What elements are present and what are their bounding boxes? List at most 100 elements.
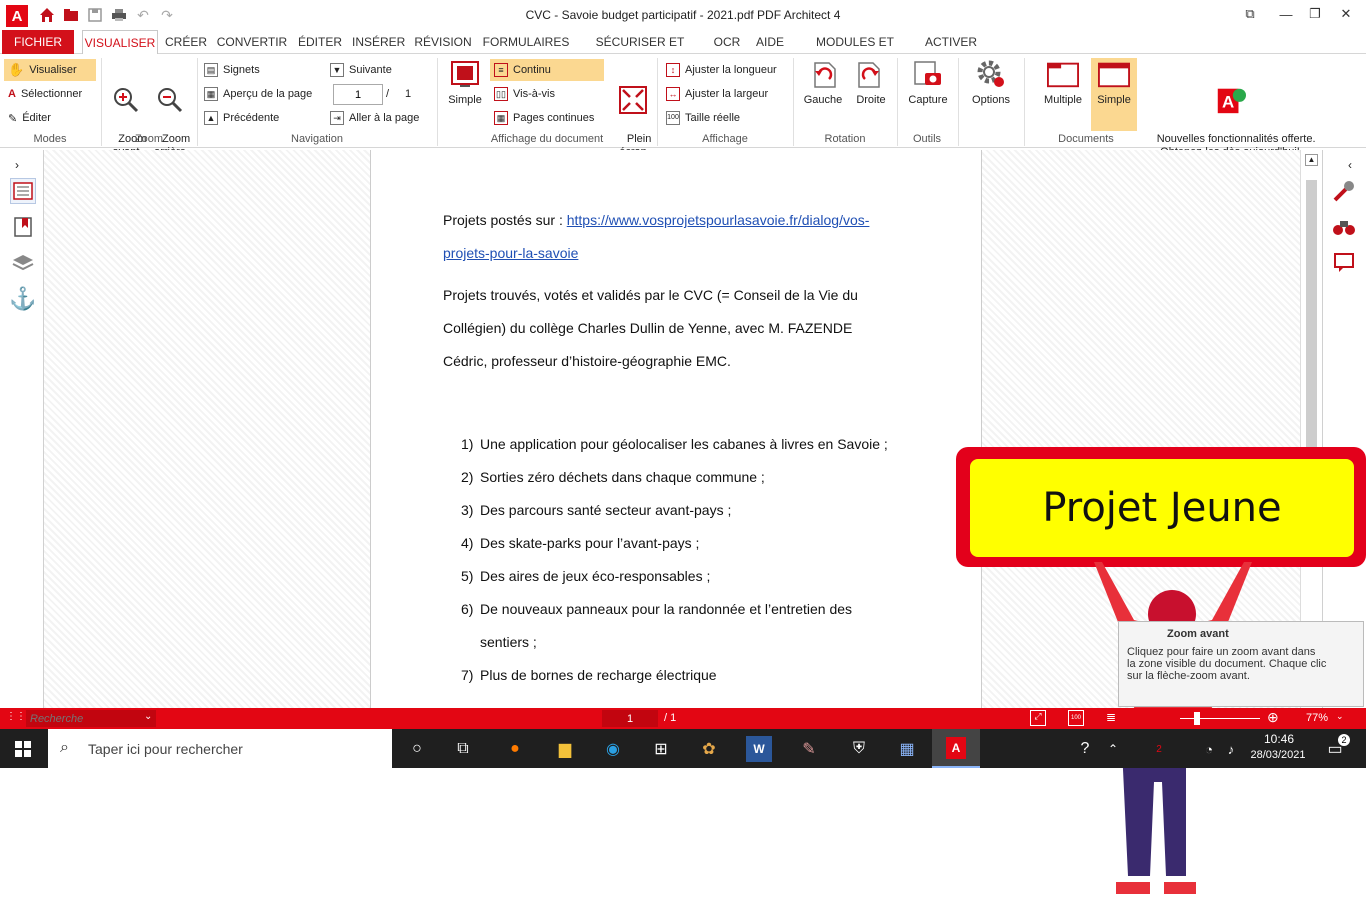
store-icon[interactable]: ⊞ xyxy=(648,736,674,762)
rotate-right-icon xyxy=(855,58,887,90)
collapse-panel-icon[interactable]: ‹ xyxy=(1337,152,1363,178)
menu-activer[interactable]: ACTIVER xyxy=(922,30,980,54)
documents-simple-button[interactable]: Simple xyxy=(1091,58,1137,131)
app-icon[interactable]: ✎ xyxy=(796,736,822,762)
close-button[interactable]: ✕ xyxy=(1332,4,1360,24)
signets-button[interactable]: ▤ Signets xyxy=(200,59,264,81)
cortana-icon[interactable]: ○ xyxy=(404,736,430,762)
taille-reelle-button[interactable]: 100 Taille réelle xyxy=(662,107,744,129)
menu-inserer[interactable]: INSÉRER xyxy=(352,30,405,54)
list-item-number: 2) xyxy=(461,469,474,485)
clock-date[interactable]: 28/03/2021 xyxy=(1246,749,1310,761)
continu-button[interactable]: ≡ Continu xyxy=(490,59,604,81)
menu-formulaires[interactable]: FORMULAIRES xyxy=(482,30,570,54)
word-icon[interactable]: W xyxy=(746,736,772,762)
zoom-slider-thumb[interactable] xyxy=(1194,712,1200,725)
zoom-plus-icon[interactable]: ⊕ xyxy=(1267,709,1279,726)
menu-ocr[interactable]: OCR xyxy=(710,30,744,54)
mode-selectionner-button[interactable]: A Sélectionner xyxy=(4,83,98,105)
mode-editer-button[interactable]: ✎ Éditer xyxy=(4,107,98,129)
file-explorer-icon[interactable]: ▆ xyxy=(552,736,578,762)
pages-continues-button[interactable]: ▦ Pages continues xyxy=(490,107,598,129)
gear-icon xyxy=(975,58,1007,90)
layers-panel-icon[interactable] xyxy=(10,250,36,276)
capture-button[interactable]: Capture xyxy=(904,58,952,107)
rotate-right-button[interactable]: Droite xyxy=(850,58,892,107)
aller-page-button[interactable]: ⇥ Aller à la page xyxy=(326,107,423,129)
list-item: Plus de bornes de recharge électrique xyxy=(480,667,717,683)
tooltip-line: sur la flèche-zoom avant. xyxy=(1127,670,1250,682)
taskbar-search-box[interactable]: ⌕ Taper ici pour rechercher xyxy=(48,729,392,768)
windows-start-icon[interactable] xyxy=(10,736,36,762)
svg-text:A: A xyxy=(1222,93,1234,112)
menu-editer[interactable]: ÉDITER xyxy=(296,30,344,54)
comment-icon[interactable] xyxy=(1331,250,1357,276)
list-item: Une application pour géolocaliser les ca… xyxy=(480,436,888,452)
bookmarks-panel-icon[interactable] xyxy=(10,214,36,240)
menu-aide[interactable]: AIDE xyxy=(752,30,788,54)
zoom-in-icon xyxy=(110,84,142,116)
search-dropdown-icon[interactable]: ⌄ xyxy=(144,711,152,722)
projet-jeune-text: Projet Jeune xyxy=(970,459,1354,557)
fullscreen-status-icon[interactable]: ⤢ xyxy=(1030,710,1046,726)
search-input[interactable] xyxy=(26,710,156,727)
menu-convertir[interactable]: CONVERTIR xyxy=(216,30,288,54)
precedente-button[interactable]: ▲ Précédente xyxy=(200,107,283,129)
security-shield-icon[interactable]: ⛨ xyxy=(846,736,872,762)
scroll-up-icon[interactable]: ▲ xyxy=(1305,154,1318,166)
zoom-slider[interactable] xyxy=(1180,718,1260,719)
pdf-architect-taskbar-button[interactable]: A xyxy=(932,729,980,768)
show-hidden-icons[interactable]: ⌃ xyxy=(1100,736,1126,762)
rotate-left-button[interactable]: Gauche xyxy=(800,58,846,107)
zoom-dropdown-icon[interactable]: ⌄ xyxy=(1336,711,1344,722)
projects-link[interactable]: https://www.vosprojetspourlasavoie.fr/di… xyxy=(567,212,870,228)
fit-height-icon: ↕ xyxy=(666,63,680,77)
clock-time[interactable]: 10:46 xyxy=(1250,732,1308,746)
ajuster-longueur-button[interactable]: ↕ Ajuster la longueur xyxy=(662,59,781,81)
edge-icon[interactable]: ◉ xyxy=(600,736,626,762)
help-icon[interactable]: ? xyxy=(1072,736,1098,762)
suivante-button[interactable]: ▼ Suivante xyxy=(326,59,396,81)
firefox-icon[interactable]: ● xyxy=(502,736,528,762)
menu-fichier[interactable]: FICHIER xyxy=(2,30,74,54)
simple-view-button[interactable]: Simple xyxy=(444,58,486,107)
maximize-button[interactable]: ❐ xyxy=(1301,4,1329,24)
menu-revision[interactable]: RÉVISION xyxy=(412,30,474,54)
fit-page-status-icon[interactable]: ≣ xyxy=(1106,710,1116,724)
apercu-page-button[interactable]: ▦ Aperçu de la page xyxy=(200,83,316,105)
projects-link-continued[interactable]: projets-pour-la-savoie xyxy=(443,245,578,261)
thumbnails-panel-icon[interactable] xyxy=(10,178,36,204)
list-item: De nouveaux panneaux pour la randonnée e… xyxy=(480,601,853,617)
volume-icon[interactable]: ♪ xyxy=(1218,736,1244,762)
left-side-panel: › ⚓ xyxy=(0,150,44,708)
grip-icon: ⋮⋮ xyxy=(6,711,26,722)
minimize-button[interactable]: — xyxy=(1272,4,1300,24)
paint-icon[interactable]: ✿ xyxy=(696,736,722,762)
tools-wrench-icon[interactable] xyxy=(1331,178,1357,204)
page-number-input[interactable] xyxy=(333,84,383,105)
menu-modules[interactable]: MODULES ET PACKS xyxy=(796,30,914,73)
zoom-level[interactable]: 77% xyxy=(1306,712,1328,724)
paragraph-line: Projets trouvés, votés et validés par le… xyxy=(443,287,858,303)
menu-securiser[interactable]: SÉCURISER ET SIGNER xyxy=(578,30,702,73)
options-button[interactable]: Options xyxy=(966,58,1016,107)
menu-visualiser[interactable]: VISUALISER xyxy=(82,30,158,55)
binoculars-icon[interactable] xyxy=(1331,214,1357,240)
task-view-icon[interactable]: ⧉ xyxy=(450,736,476,762)
tray-notification-count[interactable]: 2 xyxy=(1146,736,1172,762)
pdf-architect-taskbar-icon: A xyxy=(946,737,966,759)
anchor-icon[interactable]: ⚓ xyxy=(9,286,36,312)
ajuster-largeur-button[interactable]: ↔ Ajuster la largeur xyxy=(662,83,772,105)
mode-visualiser-button[interactable]: ✋ Visualiser xyxy=(4,59,96,81)
menu-creer[interactable]: CRÉER xyxy=(164,30,208,54)
restore-layout-icon[interactable]: ⧉ xyxy=(1236,4,1264,24)
documents-multiple-button[interactable]: Multiple xyxy=(1038,58,1088,107)
expand-panel-icon[interactable]: › xyxy=(4,152,30,178)
actual-size-icon: 100 xyxy=(666,111,680,125)
workspace: › ⚓ Projets postés sur : https://www.vos… xyxy=(0,150,1366,894)
vis-a-vis-button[interactable]: ▯▯ Vis-à-vis xyxy=(490,83,559,105)
tooltip-line: la zone visible du document. Chaque clic xyxy=(1127,658,1327,670)
calculator-icon[interactable]: ▦ xyxy=(894,736,920,762)
actual-size-status-icon[interactable]: 100 xyxy=(1068,710,1084,726)
status-page-input[interactable] xyxy=(602,710,658,727)
